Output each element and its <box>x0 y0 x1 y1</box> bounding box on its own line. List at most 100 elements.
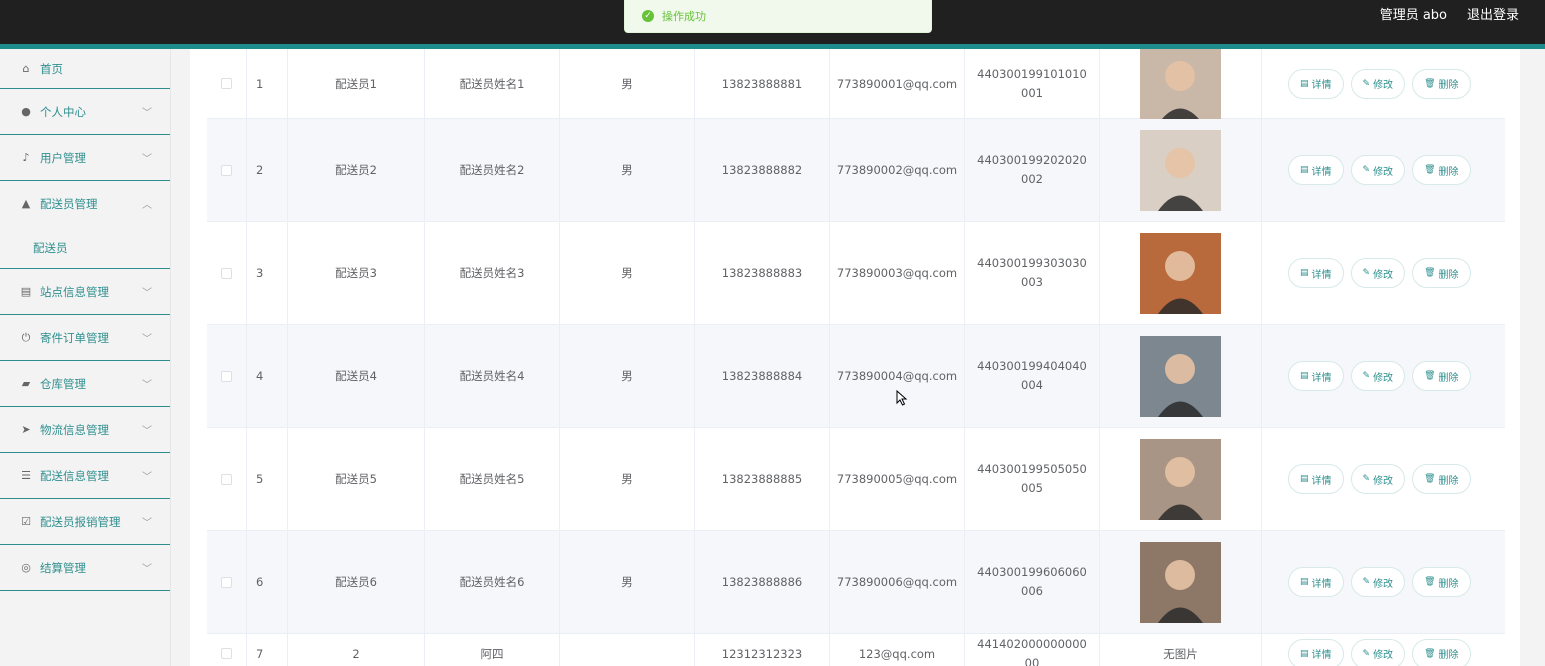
sidebar-item-stations[interactable]: ▤ 站点信息管理 ﹀ <box>0 269 170 315</box>
edit-label: 修改 <box>1373 650 1394 661</box>
edit-button[interactable]: ✎ 修改 <box>1350 638 1406 666</box>
sidebar-item-label: 仓库管理 <box>40 376 86 391</box>
detail-button[interactable]: ▤ 详情 <box>1288 638 1344 666</box>
detail-label: 详情 <box>1311 475 1332 487</box>
sidebar-item-home[interactable]: ⌂ 首页 <box>0 49 170 89</box>
courier-gender: 男 <box>560 531 695 633</box>
row-checkbox[interactable] <box>221 267 232 279</box>
sidebar-item-logistics[interactable]: ➤ 物流信息管理 ﹀ <box>0 407 170 453</box>
logout-button[interactable]: 退出登录 <box>1467 4 1519 23</box>
delete-button[interactable]: 🗑 删除 <box>1412 361 1471 391</box>
sidebar-item-label: 首页 <box>40 61 63 76</box>
scrollbar-track[interactable] <box>1520 49 1545 666</box>
courier-gender: 男 <box>560 428 695 530</box>
row-actions: ▤ 详情 ✎ 修改 🗑 删除 <box>1262 119 1505 221</box>
edit-button[interactable]: ✎ 修改 <box>1350 258 1406 288</box>
delete-button[interactable]: 🗑 删除 <box>1412 464 1471 494</box>
chevron-down-icon: ﹀ <box>142 334 152 345</box>
courier-idcard: 440300199606060006 <box>965 531 1100 633</box>
edit-label: 修改 <box>1373 475 1394 487</box>
mic-icon: ♪ <box>22 150 30 164</box>
detail-button[interactable]: ▤ 详情 <box>1288 567 1344 597</box>
success-toast: ✓ 操作成功 <box>624 0 932 33</box>
home-icon: ⌂ <box>22 61 30 75</box>
sidebar-item-users[interactable]: ♪ 用户管理 ﹀ <box>0 135 170 181</box>
detail-button[interactable]: ▤ 详情 <box>1288 155 1344 185</box>
detail-label: 详情 <box>1311 578 1332 590</box>
detail-button[interactable]: ▤ 详情 <box>1288 464 1344 494</box>
pencil-icon: ✎ <box>1362 78 1371 89</box>
delete-button[interactable]: 🗑 删除 <box>1412 155 1471 185</box>
sidebar-item-couriers[interactable]: ▲ 配送员管理 ︿ <box>0 181 170 227</box>
document-icon: ▤ <box>1300 648 1309 659</box>
document-icon: ▤ <box>1300 371 1309 381</box>
courier-idcard: 440300199404040004 <box>965 325 1100 427</box>
sidebar-item-reimbursement[interactable]: ☑ 配送员报销管理 ﹀ <box>0 499 170 545</box>
person-icon: ▲ <box>21 197 31 210</box>
row-checkbox[interactable] <box>221 78 232 89</box>
row-checkbox[interactable] <box>221 473 232 485</box>
checklist-icon: ☑ <box>21 514 31 528</box>
detail-button[interactable]: ▤ 详情 <box>1288 361 1344 391</box>
trash-icon: 🗑 <box>1424 78 1436 89</box>
sidebar-subitem-courier[interactable]: 配送员 <box>0 227 170 269</box>
delete-button[interactable]: 🗑 删除 <box>1412 258 1471 288</box>
row-index: 6 <box>247 531 288 633</box>
compass-icon: ◎ <box>21 560 31 574</box>
detail-label: 详情 <box>1311 269 1332 281</box>
row-actions: ▤ 详情 ✎ 修改 🗑 删除 <box>1262 222 1505 324</box>
delete-label: 删除 <box>1438 372 1459 384</box>
courier-photo-cell <box>1100 325 1262 427</box>
row-checkbox[interactable] <box>221 164 232 176</box>
courier-email: 773890003@qq.com <box>830 222 965 324</box>
clipboard-icon: ▤ <box>20 284 32 298</box>
courier-name: 配送员姓名5 <box>425 428 560 530</box>
admin-user-label: 管理员 abo <box>1379 8 1447 23</box>
courier-idcard: 440300199202020002 <box>965 119 1100 221</box>
delete-label: 删除 <box>1438 166 1459 178</box>
courier-phone: 13823888886 <box>695 531 830 633</box>
courier-photo <box>1140 129 1221 211</box>
sidebar-item-orders[interactable]: ⏻ 寄件订单管理 ﹀ <box>0 315 170 361</box>
row-checkbox[interactable] <box>221 648 232 659</box>
detail-button[interactable]: ▤ 详情 <box>1288 68 1344 99</box>
courier-photo-cell <box>1100 119 1262 221</box>
edit-button[interactable]: ✎ 修改 <box>1350 68 1406 99</box>
sidebar-item-settlement[interactable]: ◎ 结算管理 ﹀ <box>0 545 170 591</box>
edit-button[interactable]: ✎ 修改 <box>1350 567 1406 597</box>
chevron-down-icon: ﹀ <box>142 472 152 483</box>
courier-photo-cell <box>1100 531 1262 633</box>
edit-button[interactable]: ✎ 修改 <box>1350 361 1406 391</box>
pencil-icon: ✎ <box>1362 268 1371 278</box>
courier-email: 773890005@qq.com <box>830 428 965 530</box>
delete-label: 删除 <box>1438 578 1459 590</box>
chevron-down-icon: ﹀ <box>142 518 152 529</box>
chevron-up-icon: ︿ <box>142 200 152 211</box>
sidebar-item-delivery[interactable]: ☰ 配送信息管理 ﹀ <box>0 453 170 499</box>
edit-button[interactable]: ✎ 修改 <box>1350 464 1406 494</box>
row-checkbox[interactable] <box>221 576 232 588</box>
document-icon: ▤ <box>1300 165 1309 175</box>
table-row: 7 2 阿四 12312312323 123@qq.com 4414020000… <box>207 634 1505 666</box>
sidebar-item-label: 配送员报销管理 <box>40 514 121 529</box>
delete-button[interactable]: 🗑 删除 <box>1412 68 1471 99</box>
courier-idcard: 440300199303030003 <box>965 222 1100 324</box>
courier-photo-cell <box>1100 428 1262 530</box>
user-icon: ● <box>21 104 31 118</box>
courier-photo <box>1140 438 1221 520</box>
row-index: 7 <box>247 634 288 666</box>
delete-button[interactable]: 🗑 删除 <box>1412 567 1471 597</box>
sidebar-item-label: 配送信息管理 <box>40 468 109 483</box>
pencil-icon: ✎ <box>1362 648 1371 659</box>
pencil-icon: ✎ <box>1362 474 1371 484</box>
mouse-cursor-icon <box>896 390 908 406</box>
sidebar-item-warehouse[interactable]: ▰ 仓库管理 ﹀ <box>0 361 170 407</box>
edit-button[interactable]: ✎ 修改 <box>1350 155 1406 185</box>
row-actions: ▤ 详情 ✎ 修改 🗑 删除 <box>1262 49 1505 118</box>
document-icon: ▤ <box>1300 78 1309 89</box>
delete-button[interactable]: 🗑 删除 <box>1412 638 1471 666</box>
row-checkbox[interactable] <box>221 370 232 382</box>
courier-table: 1 配送员1 配送员姓名1 男 13823888881 773890001@qq… <box>207 49 1505 666</box>
sidebar-item-profile[interactable]: ● 个人中心 ﹀ <box>0 89 170 135</box>
detail-button[interactable]: ▤ 详情 <box>1288 258 1344 288</box>
